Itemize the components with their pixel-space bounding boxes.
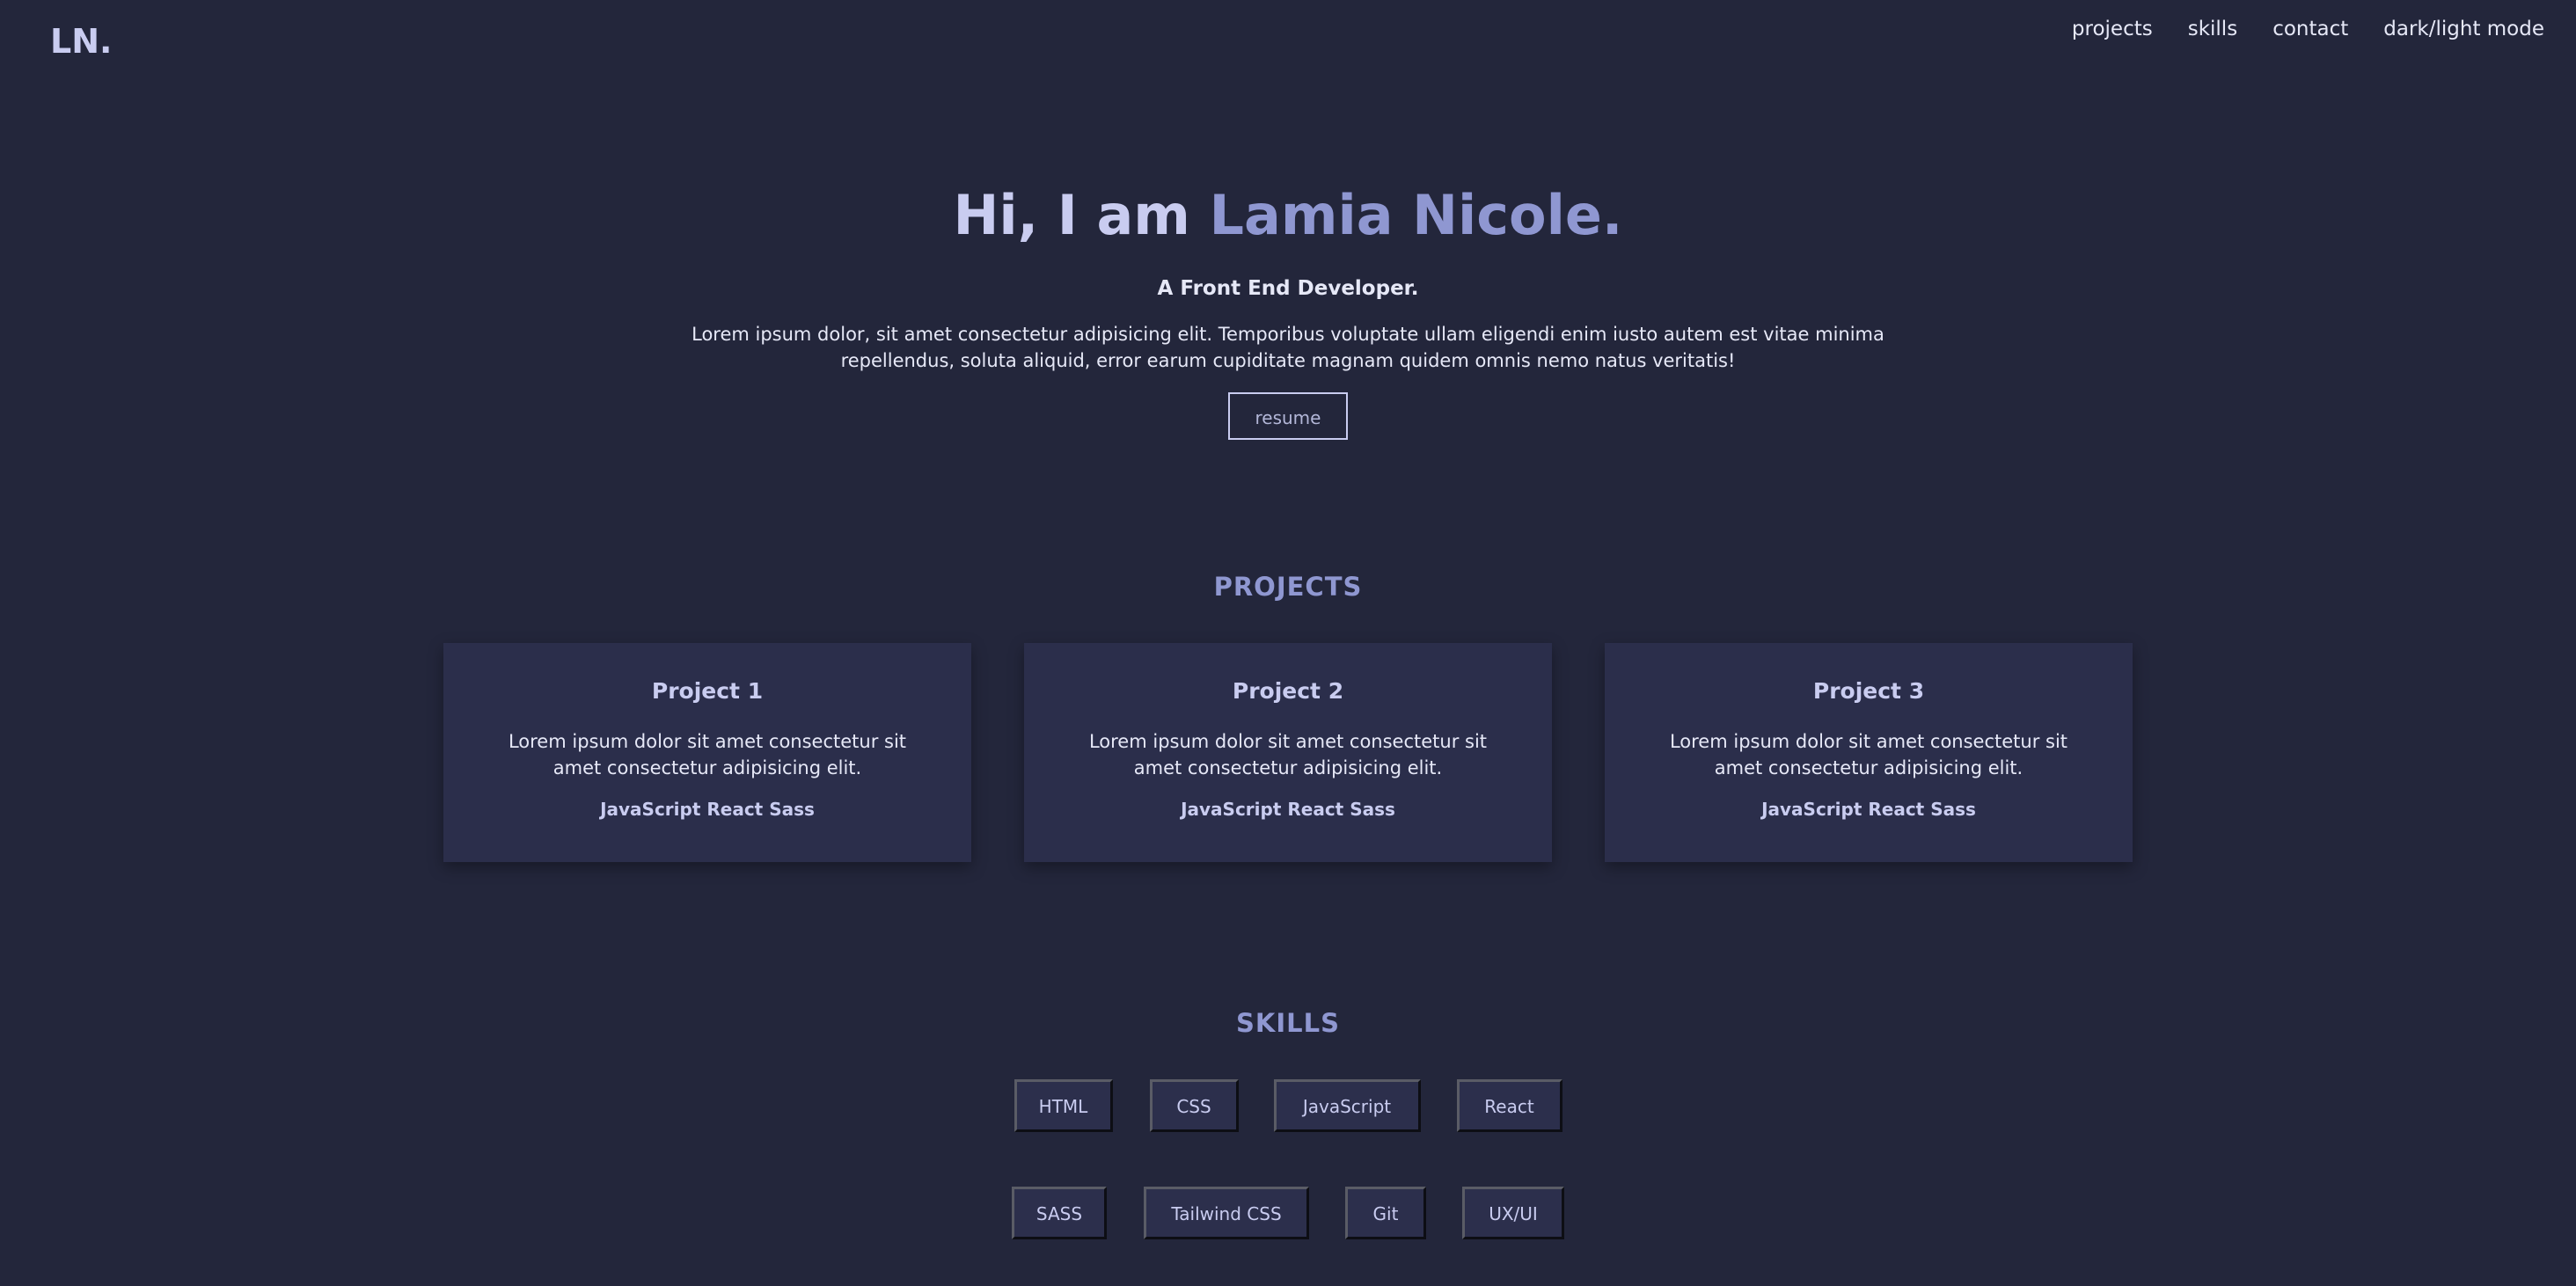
projects-title: PROJECTS [1213, 572, 1363, 602]
skill-badge-sass: SASS [1012, 1187, 1107, 1239]
skill-badge-react: React [1456, 1079, 1562, 1132]
nav-skills[interactable]: skills [2188, 18, 2237, 40]
project-card-description: Lorem ipsum dolor sit amet consectetur s… [508, 731, 907, 778]
hero-subtitle: A Front End Developer. [1157, 277, 1419, 300]
skills-row-1: HTML CSS JavaScript React [0, 1079, 2576, 1132]
hero-title-name: Lamia Nicole. [1209, 183, 1623, 247]
project-card-tech: JavaScript React Sass [600, 799, 815, 820]
project-card-tech: JavaScript React Sass [1761, 799, 1976, 820]
project-card-description: Lorem ipsum dolor sit amet consectetur s… [1088, 731, 1488, 778]
projects-grid: Project 1 Lorem ipsum dolor sit amet con… [443, 643, 2133, 862]
project-card-description: Lorem ipsum dolor sit amet consectetur s… [1669, 731, 2068, 778]
skills-row-2: SASS Tailwind CSS Git UX/UI [0, 1187, 2576, 1239]
skill-badge-git: Git [1345, 1187, 1426, 1239]
project-card-2[interactable]: Project 2 Lorem ipsum dolor sit amet con… [1024, 643, 1552, 862]
nav-contact[interactable]: contact [2272, 18, 2348, 40]
project-card-tech: JavaScript React Sass [1181, 799, 1395, 820]
project-card-title: Project 2 [1232, 678, 1344, 704]
hero-title-prefix: Hi, I am [953, 183, 1210, 247]
hero-title: Hi, I am Lamia Nicole. [0, 180, 2576, 251]
site-logo[interactable]: LN. [50, 22, 112, 61]
resume-button[interactable]: resume [1228, 392, 1348, 440]
project-card-title: Project 3 [1812, 678, 1925, 704]
project-card-3[interactable]: Project 3 Lorem ipsum dolor sit amet con… [1605, 643, 2133, 862]
nav-theme-toggle[interactable]: dark/light mode [2383, 18, 2544, 40]
skill-badge-tailwind: Tailwind CSS [1144, 1187, 1309, 1239]
skill-badge-html: HTML [1014, 1079, 1113, 1132]
skill-badge-javascript: JavaScript [1273, 1079, 1421, 1132]
skills-title: SKILLS [1236, 1008, 1340, 1038]
hero-section: Hi, I am Lamia Nicole. A Front End Devel… [0, 180, 2576, 440]
skill-badge-css: CSS [1149, 1079, 1239, 1132]
project-card-title: Project 1 [651, 678, 764, 704]
project-card-1[interactable]: Project 1 Lorem ipsum dolor sit amet con… [443, 643, 971, 862]
main-nav: projects skills contact dark/light mode [2072, 18, 2544, 40]
nav-projects[interactable]: projects [2072, 18, 2153, 40]
skill-badge-uxui: UX/UI [1462, 1187, 1564, 1239]
hero-description: Lorem ipsum dolor, sit amet consectetur … [692, 324, 1884, 371]
